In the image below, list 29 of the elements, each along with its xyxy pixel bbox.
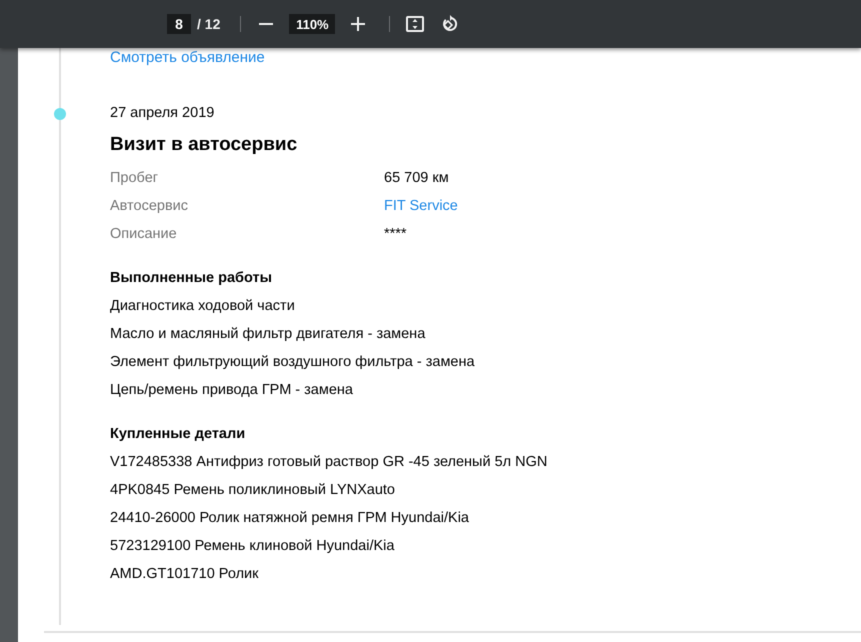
timeline-dot	[54, 108, 66, 120]
minus-icon	[259, 23, 274, 25]
field-value: ****	[384, 226, 408, 242]
fit-page-button[interactable]	[404, 13, 426, 35]
fit-page-icon	[406, 16, 424, 32]
list-item: Масло и масляный фильтр двигателя - замена	[110, 326, 426, 342]
entry-date: 27 апреля 2019	[110, 105, 214, 121]
field-value: 65 709 км	[384, 170, 450, 186]
list-item: Цепь/ремень привода ГРМ - замена	[110, 382, 353, 398]
zoom-field[interactable]: 110%	[289, 14, 336, 34]
list-item: AMD.GT101710 Ролик	[110, 566, 258, 582]
rotate-arrow-icon	[441, 15, 460, 33]
list-item: V172485338 Антифриз готовый раствор GR -45 зеленый 5л NGN	[110, 454, 548, 470]
field-label: Описание	[110, 226, 178, 242]
list-item: Элемент фильтрующий воздушного фильтра - замена	[110, 354, 475, 370]
plus-icon	[351, 17, 366, 31]
field-label: Пробег	[110, 170, 160, 186]
entry-title: Визит в автосервис	[110, 134, 298, 156]
list-item: 4PK0845 Ремень поликлиновый LYNXauto	[110, 482, 395, 498]
list-item: Диагностика ходовой части	[110, 298, 295, 314]
page-count: / 12	[197, 16, 220, 32]
field-link[interactable]: FIT Service	[384, 198, 458, 214]
list-item: 5723129100 Ремень клиновой Hyundai/Kia	[110, 538, 394, 554]
section-heading: Выполненные работы	[110, 270, 272, 286]
field-label: Автосервис	[110, 198, 190, 214]
view-listing-link[interactable]: Смотреть объявление	[110, 49, 265, 66]
list-item: 24410-26000 Ролик натяжной ремня ГРМ Hyundai/Kia	[110, 510, 469, 526]
section-heading: Купленные детали	[110, 426, 246, 442]
page-number-field[interactable]: 8	[167, 14, 191, 34]
